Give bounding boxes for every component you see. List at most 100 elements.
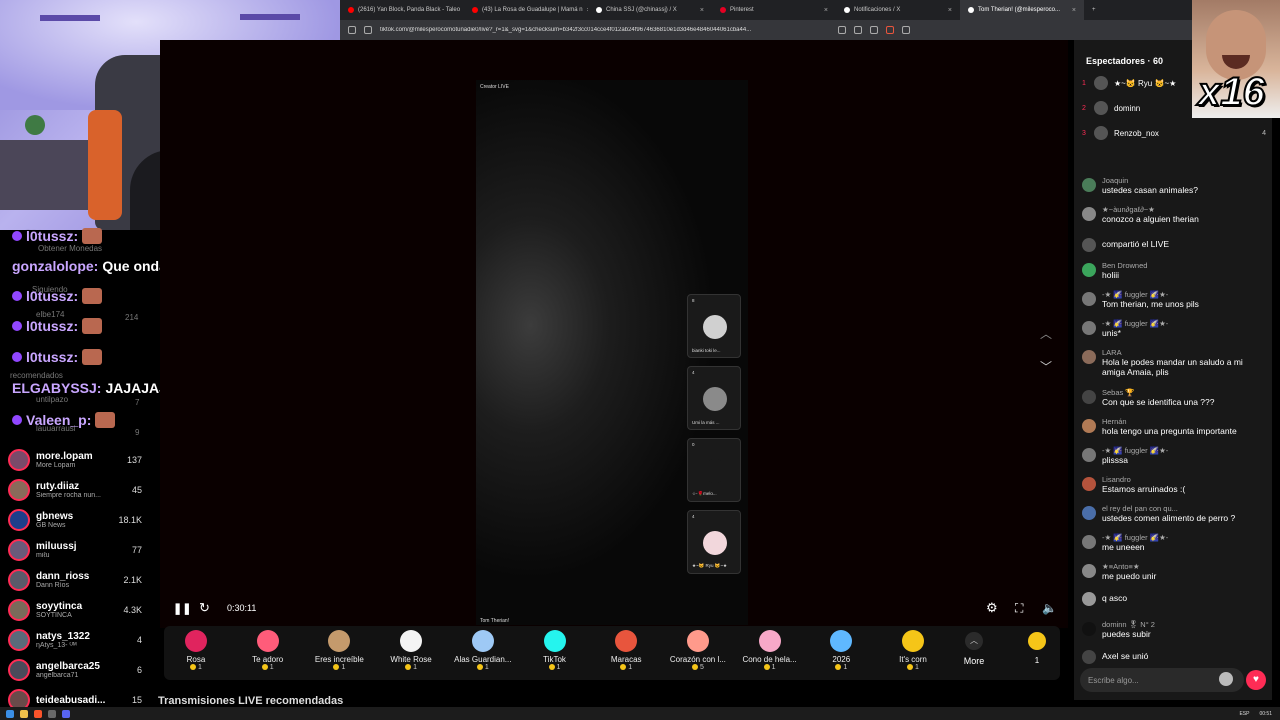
puzzle-icon[interactable] (902, 26, 910, 34)
viewer-name: dominn (1114, 103, 1141, 113)
explorer-icon[interactable] (20, 709, 28, 718)
channel-nickname: More Lopam (36, 462, 76, 469)
chat-text: compartió el LIVE (1102, 239, 1170, 249)
chat-message: Axel se unió (1082, 648, 1268, 664)
gift-item[interactable]: It's corn 1 (880, 630, 946, 671)
player-controls: ❚❚ ↻ 0:30:11 ⚙ ⛶ 🔈 (160, 596, 1068, 620)
viewer-name: ★~😺 Ryu 😺~★ (1114, 78, 1177, 88)
gift-item[interactable]: Cono de hela... 1 (737, 630, 803, 671)
live-channel-item[interactable]: miluussj miℓu 77 (0, 535, 152, 565)
chat-text: unis* (1102, 328, 1121, 338)
chat-text: Con que se identifica una ??? (1102, 397, 1215, 407)
tab-favicon-icon (720, 7, 726, 13)
gift-cost: 1 (306, 664, 372, 671)
chat-message: Hernán hola tengo una pregunta importante (1082, 417, 1268, 436)
more-gifts-button[interactable]: ︿ More (960, 632, 988, 666)
chat-username: Joaquin (1102, 176, 1129, 185)
browser-icon[interactable] (34, 709, 42, 718)
discord-icon[interactable] (62, 709, 70, 718)
viewers-title[interactable]: Espectadores · 60 (1086, 56, 1163, 66)
browser-tab[interactable]: (2616) Yan Block, Panda Black - Taleo× (340, 0, 464, 20)
live-channel-item[interactable]: ruty.diiaz Siempre rocha nun... 45 (0, 475, 152, 505)
gift-item[interactable]: Corazón con l... 5 (665, 630, 731, 671)
gift-icon (328, 630, 351, 652)
volume-icon[interactable]: 🔈 (1042, 601, 1057, 615)
live-stream-area: Creator LIVE Tom Therian! 8 bianki toki l… (160, 40, 1068, 628)
gift-item[interactable]: Maracas 1 (593, 630, 659, 671)
browser-tab[interactable]: China SSJ (@chinassj) / X × (588, 0, 712, 20)
fullscreen-icon[interactable]: ⛶ (1015, 601, 1023, 616)
viewer-count: 2.1K (123, 575, 142, 585)
guest-tile[interactable]: 0 ☆-🌹melo... (687, 438, 741, 502)
windows-start-icon[interactable] (6, 709, 14, 718)
guest-tile[interactable]: 8 bianki toki le... (687, 294, 741, 358)
pause-icon[interactable]: ❚❚ (173, 602, 191, 615)
gift-icon (471, 630, 494, 652)
gift-item[interactable]: Alas Guardian... 1 (450, 630, 516, 671)
live-channel-item[interactable]: natys_1322 ηAtys_13- ᴼᴹ 4 (0, 625, 152, 655)
url-field[interactable]: tiktok.com/@milesperocomotunadie0/live?_… (380, 27, 830, 33)
next-live-chevron-down-icon[interactable]: ﹀ (1040, 358, 1052, 375)
chat-body: -★ 🌠 fuggler 🌠★- me uneeen (1102, 533, 1168, 552)
chat-text: me puedo unir (1102, 571, 1157, 581)
browser-tab[interactable]: Notificaciones / X × (836, 0, 960, 20)
site-info-icon[interactable] (364, 26, 372, 34)
guest-name: bianki toki le... (692, 348, 721, 353)
browser-tab[interactable]: Tom Therian! (@milesperoco... × (960, 0, 1084, 20)
gift-cost: 1 (450, 664, 516, 671)
bookmark-icon[interactable] (348, 26, 356, 34)
gift-item[interactable]: Rosa 1 (163, 630, 229, 671)
refresh-icon[interactable]: ↻ (199, 600, 210, 616)
live-channel-item[interactable]: gbnews GB News 18.1K (0, 505, 152, 535)
heart-like-icon[interactable]: ♥ (1246, 670, 1266, 690)
settings-gear-icon[interactable]: ⚙ (986, 600, 998, 616)
stream-chat-username: ELGABYSSJ: (12, 380, 102, 396)
channel-text: ruty.diiaz Siempre rocha nun... (36, 481, 112, 499)
top-viewer-row[interactable]: 3 Renzob_nox 4 (1082, 126, 1266, 140)
star-icon[interactable] (870, 26, 878, 34)
guest-tile[interactable]: 4 Umi la más ... (687, 366, 741, 430)
new-tab-button[interactable]: + (1084, 0, 1104, 20)
close-icon[interactable]: × (824, 7, 828, 14)
chat-body: Ben Drowned holiii (1102, 261, 1147, 280)
gift-item[interactable]: Eres increíble 1 (306, 630, 372, 671)
live-channel-item[interactable]: dann_rioss Dann Ríos 2.1K (0, 565, 152, 595)
stream-chat-line: l0tussz: (12, 288, 103, 304)
live-channels-sidebar: more.lopam More Lopam 137 ruty.diiaz Siempre… (0, 445, 152, 711)
guest-score: 4 (692, 514, 695, 519)
emoji-icon[interactable] (1219, 672, 1233, 686)
browser-tab[interactable]: Pinterest × (712, 0, 836, 20)
gift-item[interactable]: 2026 1 (808, 630, 874, 671)
tab-title: Tom Therian! (@milesperoco... (978, 7, 1061, 13)
channel-name: natys_1322 (36, 631, 90, 642)
live-channel-item[interactable]: more.lopam More Lopam 137 (0, 445, 152, 475)
browser-tab[interactable]: (43) La Rosa de Guadalupe | Mamá n× (464, 0, 588, 20)
close-icon[interactable]: × (700, 7, 704, 14)
gift-item[interactable]: TikTok 1 (522, 630, 588, 671)
close-icon[interactable]: × (948, 7, 952, 14)
zoom-icon[interactable] (854, 26, 862, 34)
language-indicator[interactable]: ESP (1239, 711, 1249, 717)
tab-title: (2616) Yan Block, Panda Black - Taleo (358, 7, 461, 13)
channel-name: angelbarca25 (36, 661, 100, 672)
gift-cost: 1 (522, 664, 588, 671)
live-channel-item[interactable]: angelbarca25 angelbarca71 6 (0, 655, 152, 685)
coin-wallet-button[interactable]: 1 (1024, 632, 1050, 665)
previous-live-chevron-up-icon[interactable]: ︿ (1040, 325, 1052, 342)
gift-item[interactable]: White Rose 1 (378, 630, 444, 671)
live-channel-item[interactable]: soyytinca SOYTINCA 4.3K (0, 595, 152, 625)
chat-body: q asco (1102, 590, 1127, 606)
extension-icon[interactable] (886, 26, 894, 34)
gift-item[interactable]: Te adoro 1 (235, 630, 301, 671)
gifts-bar: Rosa 1 Te adoro 1 Eres increíble 1 White Rose 1… (164, 626, 1060, 680)
close-icon[interactable]: × (1072, 7, 1076, 14)
tab-title: Pinterest (730, 7, 754, 13)
translate-icon[interactable] (838, 26, 846, 34)
channel-name: teideabusadi... (36, 694, 106, 706)
chat-message: Ben Drowned holiii (1082, 261, 1268, 280)
guest-tile[interactable]: 4 ★~😺 Ryu 😺~★ (687, 510, 741, 574)
tab-title: Notificaciones / X (854, 7, 901, 13)
stream-chat-username: Valeen_p: (26, 412, 92, 428)
clock[interactable]: 00:51 (1259, 711, 1272, 717)
app-icon[interactable] (48, 709, 56, 718)
